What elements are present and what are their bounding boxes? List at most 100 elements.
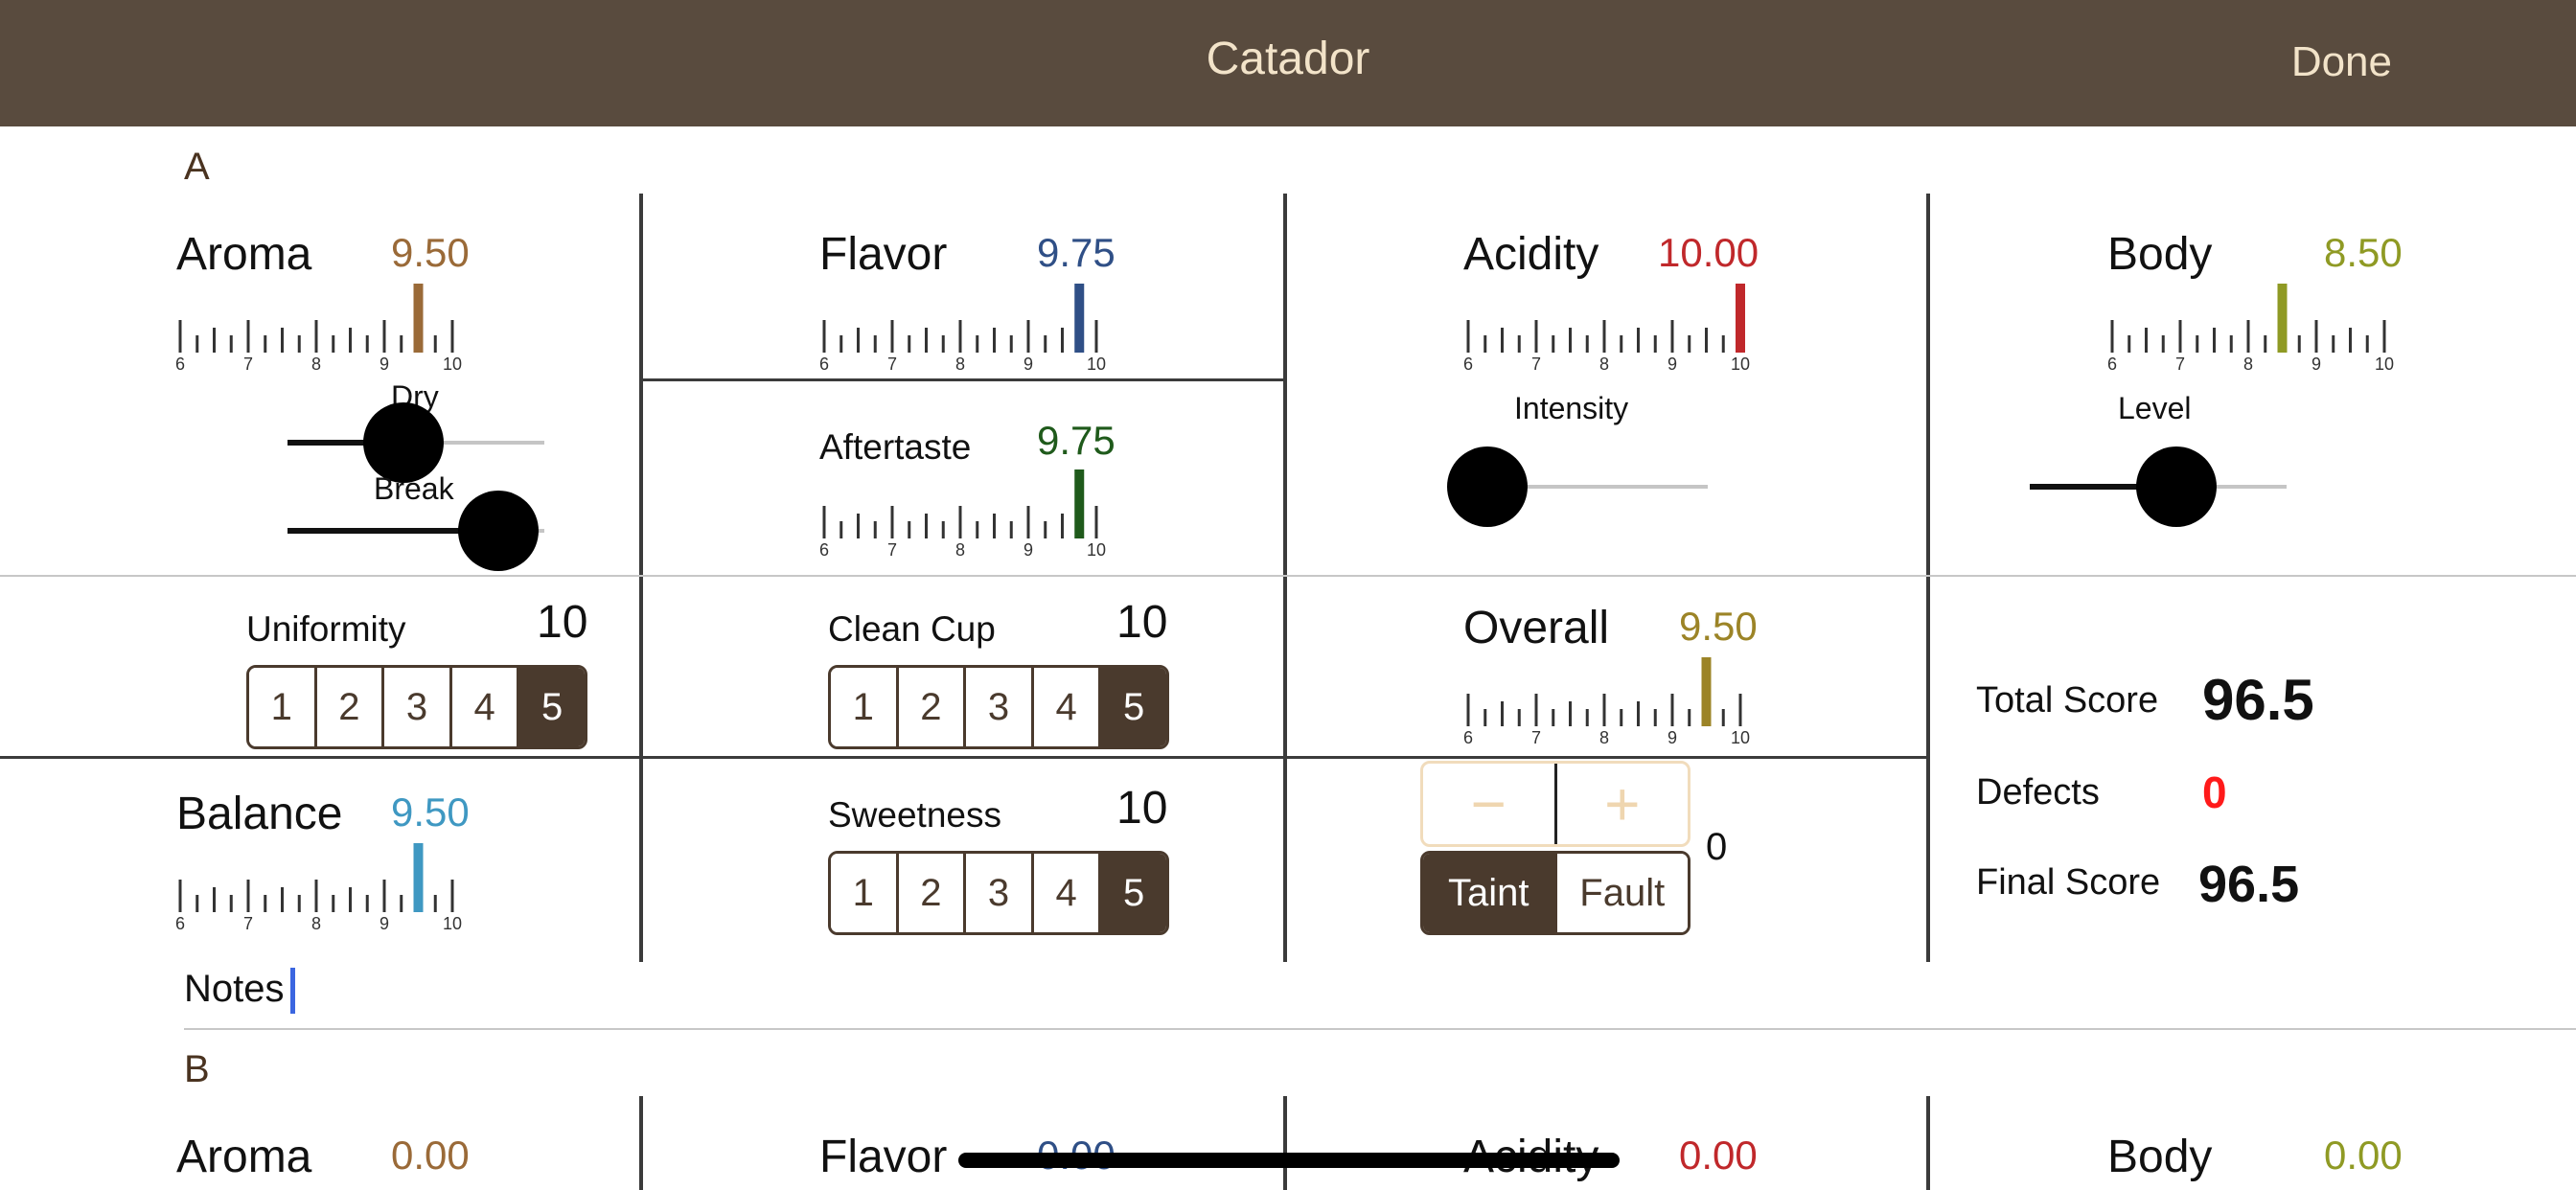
defect-stepper[interactable]: − + xyxy=(1420,761,1690,847)
segment-option[interactable]: 1 xyxy=(831,854,896,932)
flavor-score: 9.75 xyxy=(1037,230,1116,275)
slider-thumb[interactable] xyxy=(1447,446,1528,527)
ruler-tick-label: 9 xyxy=(1024,540,1033,560)
ruler-tick-label: 10 xyxy=(443,914,462,933)
segment-option[interactable]: 1 xyxy=(249,668,314,746)
b-aroma-score: 0.00 xyxy=(391,1133,470,1178)
row-divider xyxy=(641,378,1283,381)
ruler-tick-label: 7 xyxy=(1531,355,1541,374)
acidity-score: 10.00 xyxy=(1658,230,1760,275)
body-ruler[interactable]: 6 7 8 9 10 xyxy=(2104,284,2411,376)
defect-count: 0 xyxy=(1706,826,1728,868)
ruler-tick-label: 6 xyxy=(2107,355,2117,374)
level-slider[interactable] xyxy=(2030,446,2287,527)
b-body-score: 0.00 xyxy=(2324,1133,2403,1178)
aroma-ruler[interactable]: 6 7 8 9 10 xyxy=(172,284,479,376)
overall-label: Overall xyxy=(1463,603,1610,653)
ruler-tick-label: 9 xyxy=(380,355,389,374)
sample-b-label: B xyxy=(184,1048,210,1090)
b-aroma-label: Aroma xyxy=(176,1132,312,1182)
segment-option[interactable]: 5 xyxy=(1098,668,1166,746)
home-indicator xyxy=(958,1153,1620,1168)
clean-cup-segmented-control[interactable]: 12345 xyxy=(828,665,1169,749)
segment-option[interactable]: 2 xyxy=(895,854,964,932)
body-label: Body xyxy=(2107,229,2213,280)
segment-option[interactable]: 5 xyxy=(517,668,585,746)
final-score-value: 96.5 xyxy=(2198,856,2300,913)
acidity-label: Acidity xyxy=(1463,229,1599,280)
flavor-label: Flavor xyxy=(819,229,948,280)
balance-score: 9.50 xyxy=(391,790,470,835)
aftertaste-label: Aftertaste xyxy=(819,427,972,467)
uniformity-segmented-control[interactable]: 12345 xyxy=(246,665,587,749)
increment-button[interactable]: + xyxy=(1557,764,1689,844)
balance-ruler[interactable]: 6 7 8 9 10 xyxy=(172,843,479,935)
aroma-label: Aroma xyxy=(176,229,312,280)
ruler-tick-label: 7 xyxy=(2175,355,2185,374)
score-marker[interactable] xyxy=(413,284,424,353)
column-divider xyxy=(1926,1096,1930,1190)
score-marker[interactable] xyxy=(1074,469,1085,538)
ruler-tick-label: 7 xyxy=(1531,728,1541,747)
segment-option[interactable]: Taint xyxy=(1423,854,1554,932)
decrement-button[interactable]: − xyxy=(1423,764,1554,844)
aftertaste-ruler[interactable]: 6 7 8 9 10 xyxy=(816,469,1123,561)
segment-option[interactable]: 2 xyxy=(313,668,382,746)
segment-option[interactable]: 2 xyxy=(895,668,964,746)
score-marker[interactable] xyxy=(1701,657,1712,726)
ruler-tick-label: 6 xyxy=(175,914,185,933)
sample-a-label: A xyxy=(184,146,210,188)
slider-thumb[interactable] xyxy=(2135,446,2217,527)
score-marker[interactable] xyxy=(1074,284,1085,353)
ruler-tick-label: 9 xyxy=(1024,355,1033,374)
segment-option[interactable]: 4 xyxy=(1030,668,1099,746)
ruler-tick-label: 8 xyxy=(1599,355,1609,374)
ruler-tick-label: 8 xyxy=(955,355,965,374)
ruler-tick-label: 6 xyxy=(1463,728,1473,747)
acidity-ruler[interactable]: 6 7 8 9 10 xyxy=(1460,284,1767,376)
total-score-label: Total Score xyxy=(1976,680,2159,721)
ruler-tick-label: 9 xyxy=(1668,355,1677,374)
intensity-label: Intensity xyxy=(1514,391,1629,425)
segment-option[interactable]: 5 xyxy=(1098,854,1166,932)
notes-field[interactable]: Notes xyxy=(184,968,285,1011)
ruler-tick-label: 10 xyxy=(1087,355,1106,374)
ruler-tick-label: 10 xyxy=(1731,728,1750,747)
segment-option[interactable]: 3 xyxy=(963,668,1031,746)
total-score-value: 96.5 xyxy=(2202,668,2314,732)
defect-type-segmented-control[interactable]: Taint Fault xyxy=(1420,851,1690,935)
segment-option[interactable]: 1 xyxy=(831,668,896,746)
score-marker[interactable] xyxy=(2277,284,2288,353)
ruler-tick-label: 7 xyxy=(243,355,253,374)
overall-ruler[interactable]: 6 7 8 9 10 xyxy=(1460,657,1767,749)
segment-option[interactable]: 4 xyxy=(448,668,518,746)
clean-cup-label: Clean Cup xyxy=(828,609,996,649)
segment-option[interactable]: 4 xyxy=(1030,854,1099,932)
ruler-tick-label: 9 xyxy=(1668,728,1677,747)
segment-option[interactable]: 3 xyxy=(963,854,1031,932)
aftertaste-score: 9.75 xyxy=(1037,418,1116,463)
intensity-slider[interactable] xyxy=(1447,446,1708,527)
sweetness-segmented-control[interactable]: 12345 xyxy=(828,851,1169,935)
final-score-label: Final Score xyxy=(1976,862,2161,903)
column-divider xyxy=(1926,194,1930,962)
ruler-tick-label: 6 xyxy=(819,540,829,560)
break-slider[interactable] xyxy=(288,491,544,571)
ruler-tick-label: 9 xyxy=(380,914,389,933)
defects-label: Defects xyxy=(1976,772,2100,812)
segment-option[interactable]: 3 xyxy=(381,668,449,746)
b-flavor-label: Flavor xyxy=(819,1132,948,1182)
level-label: Level xyxy=(2118,391,2192,425)
ruler-tick-label: 10 xyxy=(1087,540,1106,560)
row-divider xyxy=(0,756,1926,759)
flavor-ruler[interactable]: 6 7 8 9 10 xyxy=(816,284,1123,376)
segment-option[interactable]: Fault xyxy=(1553,854,1688,932)
slider-thumb[interactable] xyxy=(457,491,539,571)
score-marker[interactable] xyxy=(413,843,424,912)
clean-cup-count: 10 xyxy=(1116,597,1168,648)
score-marker[interactable] xyxy=(1736,284,1745,353)
ruler-tick-label: 9 xyxy=(2312,355,2321,374)
done-button[interactable]: Done xyxy=(2291,38,2392,86)
section-divider xyxy=(184,1028,2576,1030)
ruler-tick-label: 7 xyxy=(887,540,897,560)
